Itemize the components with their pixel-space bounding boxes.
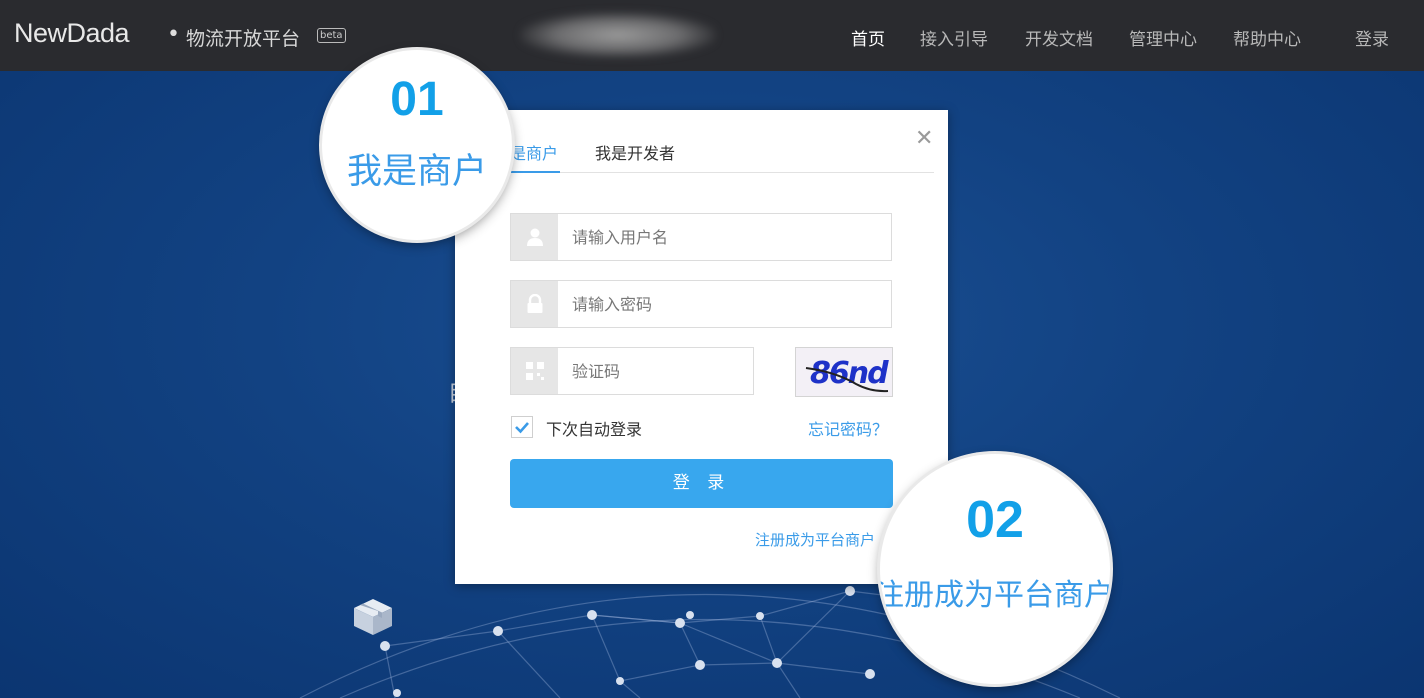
blurred-region [520, 12, 716, 58]
logo[interactable]: NewDada [14, 18, 130, 49]
remember-label[interactable]: 下次自动登录 [546, 416, 642, 440]
nav-item-help[interactable]: 帮助中心 [1233, 25, 1301, 50]
callout-number: 02 [966, 491, 1024, 549]
callout-number: 01 [390, 73, 444, 126]
callout-01: 01 我是商户 [322, 50, 512, 240]
callout-text: 注册成为平台商户 [880, 578, 1110, 613]
nav-item-guide[interactable]: 接入引导 [920, 25, 988, 50]
captcha-image[interactable]: 86nd [795, 347, 893, 397]
register-link[interactable]: 注册成为平台商户 [755, 529, 875, 550]
password-field [510, 280, 892, 328]
captcha-input[interactable] [559, 348, 742, 394]
callout-02: 02 注册成为平台商户 [880, 454, 1110, 684]
forgot-password-link[interactable]: 忘记密码？ [808, 416, 888, 440]
package-box-icon [354, 599, 392, 635]
remember-checkbox[interactable] [511, 416, 533, 438]
captcha-noise-line [805, 367, 889, 393]
username-field [510, 213, 892, 261]
tab-developer[interactable]: 我是开发者 [595, 140, 675, 164]
top-navigation-bar: NewDada • 物流开放平台 beta 首页 接入引导 开发文档 管理中心 … [0, 0, 1424, 71]
check-icon [515, 422, 529, 434]
user-icon [511, 214, 558, 260]
lock-icon [511, 281, 558, 327]
captcha-field [510, 347, 754, 395]
callout-text: 我是商户 [347, 152, 488, 192]
password-input[interactable] [559, 281, 882, 327]
nav-item-home[interactable]: 首页 [851, 25, 885, 50]
active-tab-indicator [510, 171, 560, 173]
nav-item-docs[interactable]: 开发文档 [1025, 25, 1093, 50]
platform-subtitle: 物流开放平台 [186, 28, 301, 50]
tabs-divider [510, 172, 934, 173]
nav-login-link[interactable]: 登录 [1355, 25, 1389, 50]
login-modal: 是商户 我是开发者 ✕ 86nd 下次自动登录 忘记密码？ 登 录 注册成为平台… [455, 110, 948, 584]
login-button[interactable]: 登 录 [510, 459, 893, 508]
logo-separator: • [167, 22, 180, 47]
close-icon[interactable]: ✕ [915, 128, 933, 150]
beta-badge: beta [317, 28, 346, 43]
qr-code-icon [511, 348, 558, 394]
nav-item-management[interactable]: 管理中心 [1129, 25, 1197, 50]
username-input[interactable] [559, 214, 882, 260]
tab-merchant[interactable]: 是商户 [510, 140, 558, 164]
